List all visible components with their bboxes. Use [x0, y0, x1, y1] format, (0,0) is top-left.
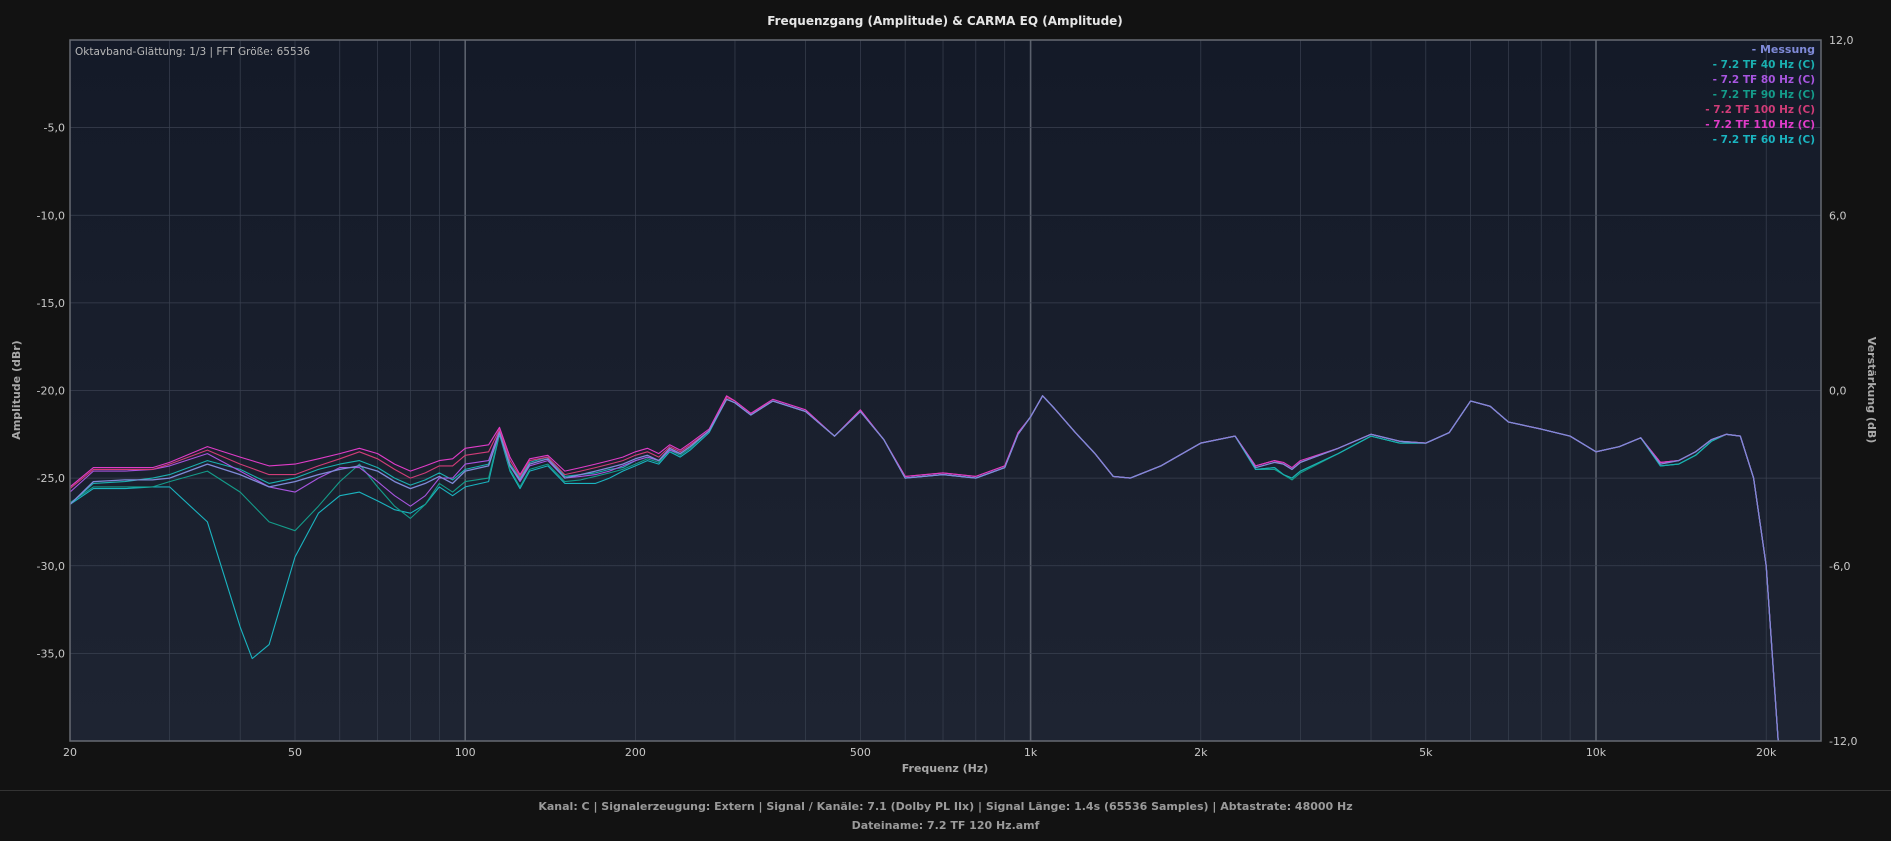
x-tick-label: 5k [1419, 746, 1433, 759]
y-axis-right: 12,0 6,0 0,0 -6,0 -12,0 [1829, 34, 1857, 748]
x-tick-label: 2k [1194, 746, 1208, 759]
legend-entry: - Messung [1752, 43, 1815, 56]
footer-filename: Dateiname: 7.2 TF 120 Hz.amf [851, 819, 1040, 832]
legend-entry: - 7.2 TF 40 Hz (C) [1713, 59, 1815, 71]
frequency-response-chart: -5,0 -10,0 -15,0 -20,0 -25,0 -30,0 -35,0 12,0 6… [10, 14, 1878, 775]
y2-tick-label: 12,0 [1829, 34, 1854, 47]
y-tick-label: -25,0 [37, 472, 65, 485]
y-tick-label: -5,0 [44, 122, 65, 135]
x-tick-label: 200 [625, 746, 646, 759]
x-axis: 20 50 100 200 500 1k 2k 5k 10k 20k [63, 746, 1777, 759]
y2-tick-label: -12,0 [1829, 735, 1857, 748]
x-tick-label: 20 [63, 746, 77, 759]
y2-tick-label: 6,0 [1829, 209, 1847, 222]
x-tick-label: 100 [455, 746, 476, 759]
legend-entry: - 7.2 TF 100 Hz (C) [1705, 104, 1815, 116]
status-footer: Kanal: C | Signalerzeugung: Extern | Sig… [0, 790, 1891, 841]
y2-tick-label: 0,0 [1829, 385, 1847, 398]
x-tick-label: 20k [1756, 746, 1777, 759]
chart-title: Frequenzgang (Amplitude) & CARMA EQ (Amp… [767, 14, 1123, 28]
y-axis-label: Amplitude (dBr) [10, 340, 23, 439]
y-axis-left: -5,0 -10,0 -15,0 -20,0 -25,0 -30,0 -35,0 [37, 122, 65, 661]
y-tick-label: -10,0 [37, 209, 65, 222]
y-tick-label: -20,0 [37, 385, 65, 398]
x-tick-label: 50 [288, 746, 302, 759]
legend: - Messung - 7.2 TF 40 Hz (C) - 7.2 TF 80 H… [1705, 43, 1815, 146]
legend-entry: - 7.2 TF 90 Hz (C) [1713, 89, 1815, 101]
legend-entry: - 7.2 TF 80 Hz (C) [1713, 74, 1815, 86]
legend-entry: - 7.2 TF 60 Hz (C) [1713, 134, 1815, 146]
smoothing-info: Oktavband-Glättung: 1/3 | FFT Größe: 655… [75, 46, 310, 58]
y-tick-label: -30,0 [37, 560, 65, 573]
y2-tick-label: -6,0 [1829, 560, 1850, 573]
x-tick-label: 10k [1586, 746, 1607, 759]
footer-signal-info: Kanal: C | Signalerzeugung: Extern | Sig… [538, 800, 1353, 813]
y-tick-label: -35,0 [37, 647, 65, 660]
y2-axis-label: Verstärkung (dB) [1865, 337, 1878, 443]
x-tick-label: 1k [1024, 746, 1038, 759]
x-tick-label: 500 [850, 746, 871, 759]
y-tick-label: -15,0 [37, 297, 65, 310]
x-axis-label: Frequenz (Hz) [902, 762, 989, 775]
legend-entry: - 7.2 TF 110 Hz (C) [1705, 119, 1815, 131]
